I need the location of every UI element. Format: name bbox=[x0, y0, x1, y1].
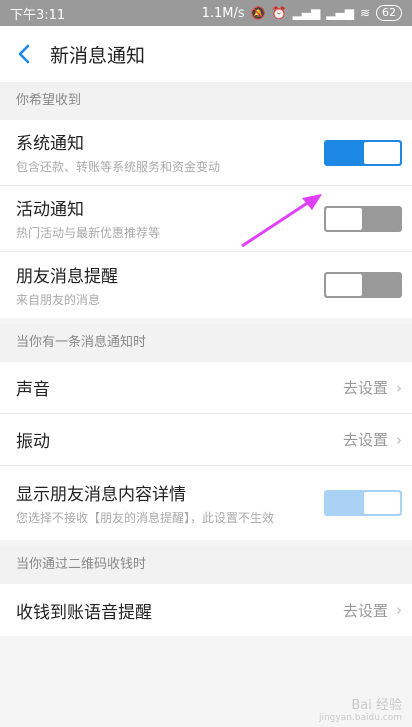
system-notice-toggle[interactable] bbox=[324, 139, 402, 166]
signal-icon-2: ▂▄▆ bbox=[326, 6, 354, 20]
activity-notice-toggle[interactable] bbox=[324, 205, 402, 232]
setting-title: 朋友消息提醒 bbox=[16, 266, 118, 287]
setting-activity-notice: 活动通知 热门活动与最新优惠推荐等 bbox=[0, 186, 412, 252]
setting-sound[interactable]: 声音 去设置 › bbox=[0, 362, 412, 414]
setting-title: 收钱到账语音提醒 bbox=[16, 602, 152, 623]
network-speed: 1.1M/s bbox=[201, 5, 245, 21]
page-title: 新消息通知 bbox=[50, 44, 146, 67]
setting-show-details: 显示朋友消息内容详情 您选择不接收【朋友的消息提醒】，此设置不生效 bbox=[0, 466, 412, 540]
setting-subtitle: 包含还款、转账等系统服务和资金变动 bbox=[16, 160, 221, 174]
status-bar: 下午3:11 1.1M/s 🔕 ⏰ ▂▄▆ ▂▄▆ ≋ 62 bbox=[0, 0, 412, 26]
chevron-right-icon: › bbox=[396, 430, 402, 449]
notify-group: 声音 去设置 › 振动 去设置 › 显示朋友消息内容详情 您选择不接收【朋友的消息提… bbox=[0, 362, 412, 540]
setting-voice-reminder[interactable]: 收钱到账语音提醒 去设置 › bbox=[0, 584, 412, 636]
receive-group: 系统通知 包含还款、转账等系统服务和资金变动 活动通知 热门活动与最新优惠推荐等… bbox=[0, 120, 412, 318]
alarm-icon: ⏰ bbox=[271, 6, 287, 20]
setting-system-notice: 系统通知 包含还款、转账等系统服务和资金变动 bbox=[0, 120, 412, 186]
setting-subtitle: 热门活动与最新优惠推荐等 bbox=[16, 226, 161, 240]
nav-bar: 新消息通知 bbox=[0, 26, 412, 82]
setting-title: 声音 bbox=[16, 380, 50, 400]
section-header-notify: 当你有一条消息通知时 bbox=[0, 324, 412, 362]
chevron-right-icon: › bbox=[396, 601, 402, 619]
setting-value: 去设置 bbox=[342, 379, 388, 397]
chevron-right-icon: › bbox=[396, 378, 402, 397]
battery-icon: 62 bbox=[376, 5, 402, 21]
status-icons: 1.1M/s 🔕 ⏰ ▂▄▆ ▂▄▆ ≋ 62 bbox=[202, 5, 402, 21]
setting-title: 系统通知 bbox=[16, 134, 84, 154]
wifi-icon: ≋ bbox=[359, 6, 370, 20]
setting-title: 显示朋友消息内容详情 bbox=[16, 484, 186, 505]
setting-friend-message: 朋友消息提醒 来自朋友的消息 bbox=[0, 252, 412, 318]
qrcode-group: 收钱到账语音提醒 去设置 › bbox=[0, 584, 412, 636]
setting-title: 活动通知 bbox=[16, 200, 84, 220]
section-header-qrcode: 当你通过二维码收钱时 bbox=[0, 546, 412, 584]
signal-icon: ▂▄▆ bbox=[292, 6, 321, 20]
setting-value: 去设置 bbox=[342, 601, 388, 620]
friend-message-toggle[interactable] bbox=[324, 272, 402, 298]
back-button[interactable] bbox=[12, 42, 36, 66]
setting-value: 去设置 bbox=[342, 431, 388, 449]
setting-subtitle: 您选择不接收【朋友的消息提醒】，此设置不生效 bbox=[16, 510, 275, 525]
mute-icon: 🔕 bbox=[250, 6, 266, 20]
watermark-logo: Bai 经验 jingyan.baidu.com bbox=[318, 698, 402, 723]
show-details-toggle bbox=[324, 490, 402, 516]
setting-title: 振动 bbox=[16, 432, 50, 452]
chevron-left-icon bbox=[18, 44, 30, 64]
setting-subtitle: 来自朋友的消息 bbox=[16, 292, 101, 307]
setting-vibration[interactable]: 振动 去设置 › bbox=[0, 414, 412, 466]
status-time: 下午3:11 bbox=[10, 7, 66, 23]
section-header-receive: 你希望收到 bbox=[0, 82, 412, 120]
